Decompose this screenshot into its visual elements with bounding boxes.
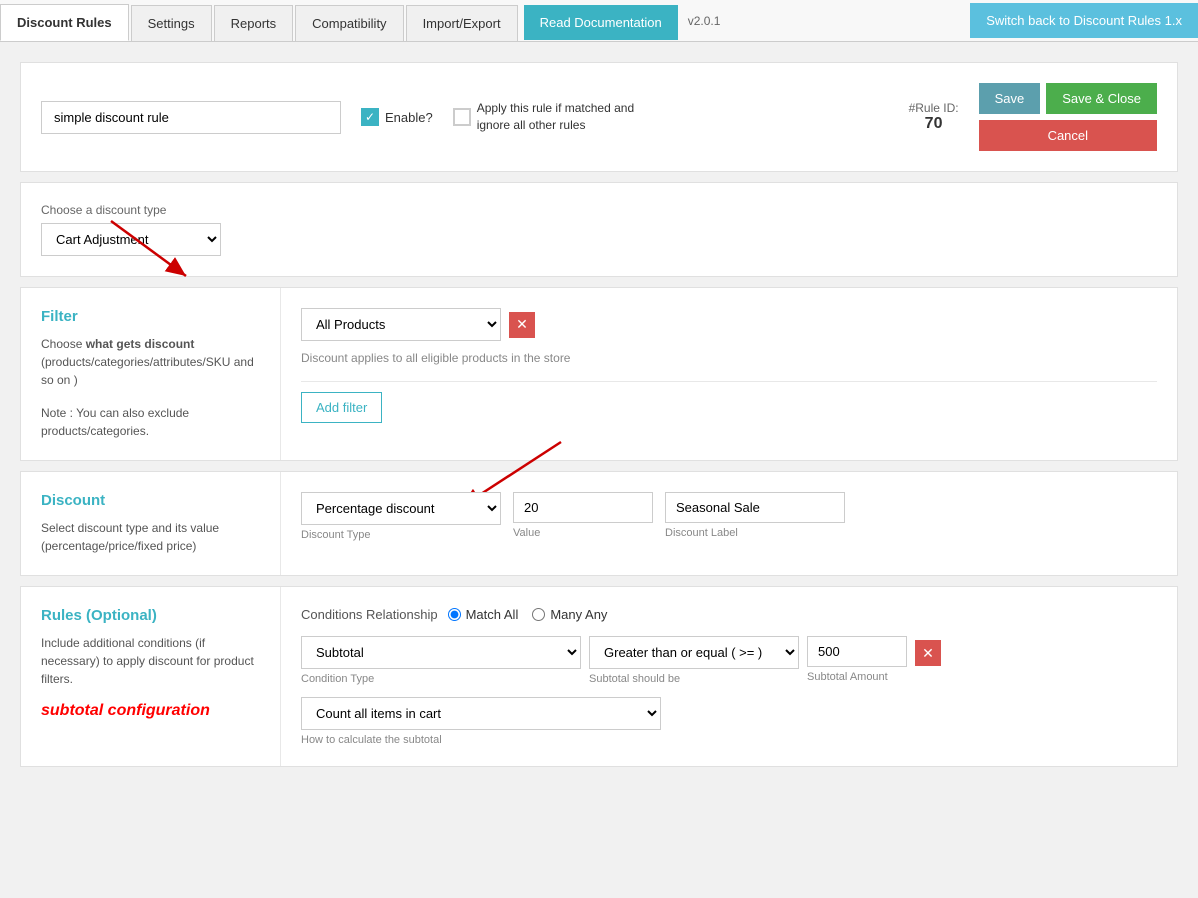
- many-any-option[interactable]: Many Any: [532, 607, 607, 622]
- remove-filter-button[interactable]: ✕: [509, 312, 535, 338]
- subtotal-config-section: Count all items in cart Count unique ite…: [301, 697, 1157, 746]
- discount-type-label: Discount Type: [301, 529, 501, 541]
- filter-description: Choose what gets discount (products/cate…: [41, 335, 260, 389]
- filter-divider: [301, 381, 1157, 382]
- discount-type-dropdown[interactable]: Percentage discount Price discount Fixed…: [301, 492, 501, 525]
- many-any-radio[interactable]: [532, 608, 545, 621]
- tab-settings[interactable]: Settings: [131, 5, 212, 41]
- rule-id-section: #Rule ID: 70: [909, 101, 959, 133]
- condition-row-container: Subtotal Total quantity Cart total Condi…: [301, 636, 1157, 685]
- rules-description: Include additional conditions (if necess…: [41, 634, 260, 688]
- discount-type-select[interactable]: Cart Adjustment Product Discount Buy X G…: [41, 223, 221, 256]
- filter-note: Note : You can also exclude products/cat…: [41, 404, 260, 440]
- conditions-radio-group: Match All Many Any: [448, 607, 608, 622]
- rule-id-label: #Rule ID:: [909, 101, 959, 115]
- remove-condition-button[interactable]: ✕: [915, 640, 941, 666]
- enable-label: Enable?: [385, 110, 433, 125]
- switch-back-button[interactable]: Switch back to Discount Rules 1.x: [970, 3, 1198, 38]
- discount-fields: Percentage discount Price discount Fixed…: [301, 492, 1157, 541]
- discount-value-label: Value: [513, 527, 653, 539]
- apply-rule-text: Apply this rule if matched and ignore al…: [477, 100, 657, 134]
- add-filter-button[interactable]: Add filter: [301, 392, 382, 423]
- operator-col: Greater than or equal ( >= ) Less than o…: [589, 636, 799, 685]
- tab-compatibility[interactable]: Compatibility: [295, 5, 403, 41]
- subtotal-how-label: How to calculate the subtotal: [301, 734, 1157, 746]
- discount-description: Select discount type and its value (perc…: [41, 519, 260, 555]
- filter-section-title: Filter: [41, 308, 260, 325]
- discount-type-group: Percentage discount Price discount Fixed…: [301, 492, 501, 541]
- discount-panel-left: Discount Select discount type and its va…: [21, 472, 281, 575]
- subtotal-annotation: subtotal configuration: [41, 702, 260, 720]
- many-any-label: Many Any: [550, 607, 607, 622]
- discount-type-section: Choose a discount type Cart Adjustment P…: [20, 182, 1178, 277]
- version-label: v2.0.1: [678, 14, 731, 28]
- main-content: Enable? Apply this rule if matched and i…: [0, 42, 1198, 797]
- read-documentation-button[interactable]: Read Documentation: [524, 5, 678, 40]
- discount-section-title: Discount: [41, 492, 260, 509]
- choose-discount-type-label: Choose a discount type: [41, 203, 1157, 217]
- save-button[interactable]: Save: [979, 83, 1041, 114]
- rule-name-row: Enable? Apply this rule if matched and i…: [20, 62, 1178, 172]
- filter-info-text: Discount applies to all eligible product…: [301, 351, 1157, 365]
- filter-row: All Products Specific Products Categorie…: [301, 308, 1157, 341]
- enable-checkbox[interactable]: [361, 108, 379, 126]
- discount-label-group: Discount Label: [665, 492, 845, 539]
- filter-panel-right: All Products Specific Products Categorie…: [281, 288, 1177, 460]
- condition-type-select[interactable]: Subtotal Total quantity Cart total: [301, 636, 581, 669]
- apply-rule-group: Apply this rule if matched and ignore al…: [453, 100, 657, 134]
- rules-panel: Rules (Optional) Include additional cond…: [20, 586, 1178, 767]
- rules-panel-left: Rules (Optional) Include additional cond…: [21, 587, 281, 766]
- discount-label-label: Discount Label: [665, 527, 845, 539]
- discount-panel: Discount Select discount type and its va…: [20, 471, 1178, 576]
- tab-discount-rules[interactable]: Discount Rules: [0, 4, 129, 41]
- subtotal-should-be-label: Subtotal should be: [589, 673, 799, 685]
- conditions-relationship-label: Conditions Relationship: [301, 607, 438, 622]
- conditions-header: Conditions Relationship Match All Many A…: [301, 607, 1157, 622]
- remove-condition-col: ✕: [915, 636, 941, 666]
- rule-id-value: 70: [925, 115, 943, 133]
- rule-name-input[interactable]: [41, 101, 341, 134]
- match-all-label: Match All: [466, 607, 519, 622]
- rules-panel-right: Conditions Relationship Match All Many A…: [281, 587, 1177, 766]
- discount-label-input[interactable]: [665, 492, 845, 523]
- action-buttons: Save Save & Close Cancel: [979, 83, 1157, 151]
- top-navigation: Discount Rules Settings Reports Compatib…: [0, 0, 1198, 42]
- save-close-button[interactable]: Save & Close: [1046, 83, 1157, 114]
- filter-type-select[interactable]: All Products Specific Products Categorie…: [301, 308, 501, 341]
- tab-reports[interactable]: Reports: [214, 5, 294, 41]
- condition-type-col: Subtotal Total quantity Cart total Condi…: [301, 636, 581, 685]
- subtotal-amount-label: Subtotal Amount: [807, 671, 907, 683]
- discount-panel-right: Percentage discount Price discount Fixed…: [281, 472, 1177, 575]
- rules-section-title: Rules (Optional): [41, 607, 260, 624]
- discount-value-group: Value: [513, 492, 653, 539]
- condition-type-label: Condition Type: [301, 673, 581, 685]
- filter-panel-left: Filter Choose what gets discount (produc…: [21, 288, 281, 460]
- amount-col: Subtotal Amount: [807, 636, 907, 683]
- cancel-button[interactable]: Cancel: [979, 120, 1157, 151]
- operator-select[interactable]: Greater than or equal ( >= ) Less than o…: [589, 636, 799, 669]
- enable-group: Enable?: [361, 108, 433, 126]
- tab-import-export[interactable]: Import/Export: [406, 5, 518, 41]
- filter-panel: Filter Choose what gets discount (produc…: [20, 287, 1178, 461]
- match-all-radio[interactable]: [448, 608, 461, 621]
- subtotal-config-select[interactable]: Count all items in cart Count unique ite…: [301, 697, 661, 730]
- subtotal-amount-input[interactable]: [807, 636, 907, 667]
- discount-value-input[interactable]: [513, 492, 653, 523]
- apply-rule-checkbox[interactable]: [453, 108, 471, 126]
- match-all-option[interactable]: Match All: [448, 607, 519, 622]
